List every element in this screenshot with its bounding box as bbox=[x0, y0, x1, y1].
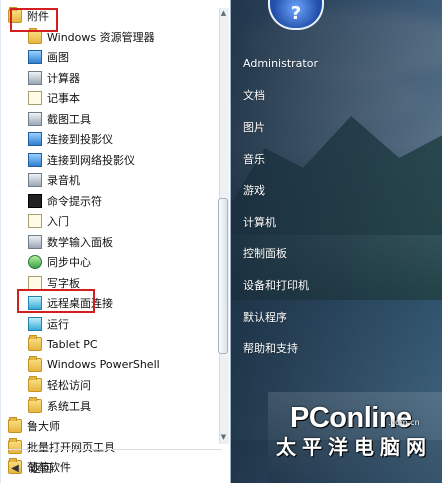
back-label: 返回 bbox=[30, 462, 52, 475]
list-item-label: 同步中心 bbox=[47, 256, 91, 270]
right-link-control-panel[interactable]: 控制面板 bbox=[243, 238, 423, 270]
list-item-label: 连接到投影仪 bbox=[47, 133, 113, 147]
list-item-windows-powershell[interactable]: Windows PowerShell bbox=[8, 355, 222, 376]
back-separator bbox=[8, 449, 222, 450]
right-link-default-programs[interactable]: 默认程序 bbox=[243, 301, 423, 333]
projector-icon bbox=[28, 132, 42, 147]
run-icon bbox=[28, 316, 42, 331]
program-list: 附件 Windows 资源管理器 画图 计算器 记事本 截图工具 连接到投影仪 … bbox=[8, 6, 222, 478]
list-item-math-input-panel[interactable]: 数学输入面板 bbox=[8, 232, 222, 253]
highlight-box-accessories bbox=[10, 8, 58, 32]
notepad-icon bbox=[28, 91, 42, 106]
list-item-snipping-tool[interactable]: 截图工具 bbox=[8, 109, 222, 130]
list-item-sound-recorder[interactable]: 录音机 bbox=[8, 170, 222, 191]
list-item-label: Tablet PC bbox=[47, 337, 98, 351]
list-item-getting-started[interactable]: 入门 bbox=[8, 211, 222, 232]
list-item-label: 命令提示符 bbox=[47, 194, 102, 208]
list-item-label: 录音机 bbox=[47, 174, 80, 188]
list-item-run[interactable]: 运行 bbox=[8, 314, 222, 335]
folder-icon bbox=[28, 355, 42, 372]
list-item-label: 连接到网络投影仪 bbox=[47, 153, 135, 167]
list-item-sync-center[interactable]: 同步中心 bbox=[8, 252, 222, 273]
list-item-tablet-pc[interactable]: Tablet PC bbox=[8, 334, 222, 355]
list-item-connect-projector[interactable]: 连接到投影仪 bbox=[8, 129, 222, 150]
folder-icon bbox=[28, 396, 42, 413]
list-item-notepad[interactable]: 记事本 bbox=[8, 88, 222, 109]
list-item-label: 入门 bbox=[47, 215, 69, 229]
list-item-label: 画图 bbox=[47, 51, 69, 65]
wordpad-icon bbox=[28, 275, 42, 290]
scroll-down-arrow-icon[interactable]: ▼ bbox=[220, 434, 227, 441]
right-link-help-support[interactable]: 帮助和支持 bbox=[243, 332, 423, 364]
watermark-chinese: 太平洋电脑网 bbox=[276, 435, 432, 459]
right-link-administrator[interactable]: Administrator bbox=[243, 48, 423, 80]
right-link-pictures[interactable]: 图片 bbox=[243, 111, 423, 143]
list-item-command-prompt[interactable]: 命令提示符 bbox=[8, 191, 222, 212]
back-button[interactable]: ◀ 返回 bbox=[8, 458, 52, 478]
list-item-system-tools[interactable]: 系统工具 bbox=[8, 396, 222, 417]
right-link-devices-printers[interactable]: 设备和打印机 bbox=[243, 269, 423, 301]
list-item-label: 鲁大师 bbox=[27, 420, 60, 434]
highlight-box-run bbox=[17, 289, 95, 313]
right-link-computer[interactable]: 计算机 bbox=[243, 206, 423, 238]
right-link-games[interactable]: 游戏 bbox=[243, 174, 423, 206]
cmd-icon bbox=[28, 193, 42, 208]
list-item-label: 批量打开网页工具 bbox=[27, 440, 115, 454]
list-item-label: 记事本 bbox=[47, 92, 80, 106]
list-item-label: Windows PowerShell bbox=[47, 358, 160, 372]
right-link-documents[interactable]: 文档 bbox=[243, 80, 423, 112]
program-list-scrollbar-thumb[interactable] bbox=[218, 198, 228, 354]
paint-icon bbox=[28, 50, 42, 65]
calculator-icon bbox=[28, 70, 42, 85]
back-arrow-icon: ◀ bbox=[11, 462, 19, 474]
list-item-label: 运行 bbox=[47, 317, 69, 331]
start-menu-program-list-pane: 附件 Windows 资源管理器 画图 计算器 记事本 截图工具 连接到投影仪 … bbox=[0, 0, 231, 483]
folder-icon bbox=[28, 376, 42, 393]
list-item-label: 轻松访问 bbox=[47, 379, 91, 393]
list-item-label: 数学输入面板 bbox=[47, 235, 113, 249]
list-item-label: Windows 资源管理器 bbox=[47, 30, 155, 44]
sync-icon bbox=[28, 255, 42, 270]
list-item-calculator[interactable]: 计算器 bbox=[8, 68, 222, 89]
list-item-label: 计算器 bbox=[47, 71, 80, 85]
list-item-label: 系统工具 bbox=[47, 399, 91, 413]
list-item-ease-of-access[interactable]: 轻松访问 bbox=[8, 375, 222, 396]
watermark-domain: .com.cn bbox=[388, 418, 420, 427]
right-links-list: Administrator 文档 图片 音乐 游戏 计算机 控制面板 设备和打印… bbox=[243, 48, 423, 364]
getting-started-icon bbox=[28, 214, 42, 229]
user-icon-glyph: ? bbox=[290, 3, 302, 24]
folder-icon bbox=[8, 417, 22, 434]
math-panel-icon bbox=[28, 234, 42, 249]
list-item-connect-network-projector[interactable]: 连接到网络投影仪 bbox=[8, 150, 222, 171]
scroll-up-arrow-icon[interactable]: ▲ bbox=[220, 10, 227, 17]
microphone-icon bbox=[28, 173, 42, 188]
list-item-batch-open-webpage-tool[interactable]: 批量打开网页工具 bbox=[8, 437, 222, 458]
list-item-paint[interactable]: 画图 bbox=[8, 47, 222, 68]
folder-icon bbox=[28, 335, 42, 352]
list-item-label: 截图工具 bbox=[47, 112, 91, 126]
snipping-icon bbox=[28, 111, 42, 126]
right-link-music[interactable]: 音乐 bbox=[243, 143, 423, 175]
folder-icon bbox=[8, 437, 22, 454]
list-item-ludashi[interactable]: 鲁大师 bbox=[8, 416, 222, 437]
screenshot-frame: ? Administrator 文档 图片 音乐 游戏 计算机 控制面板 设备和… bbox=[0, 0, 442, 483]
network-projector-icon bbox=[28, 152, 42, 167]
